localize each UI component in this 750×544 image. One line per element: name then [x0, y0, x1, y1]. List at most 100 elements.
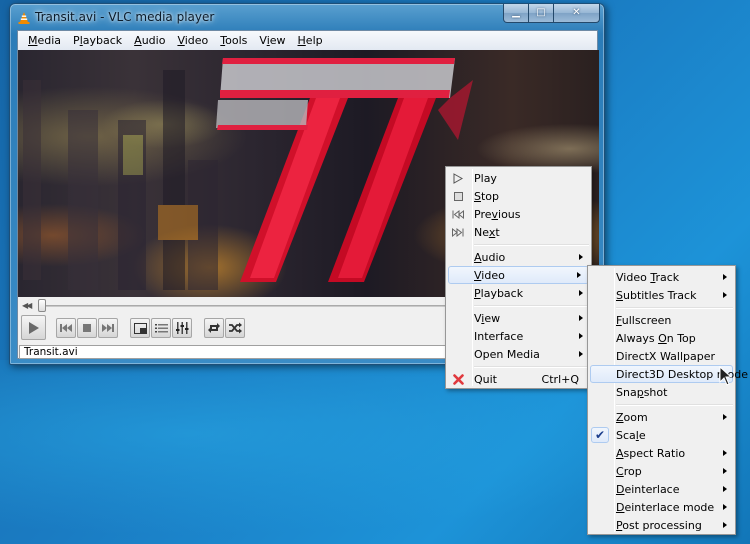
title-bar[interactable]: Transit.avi - VLC media player ▁ □ ✕ [10, 4, 604, 31]
minimize-button[interactable]: ▁ [503, 4, 529, 23]
next-icon [102, 324, 114, 332]
playlist-button[interactable] [151, 318, 171, 338]
mouse-cursor-icon [719, 366, 733, 386]
quit-icon [452, 373, 464, 385]
status-filename: Transit.avi [24, 346, 78, 358]
menu-separator [588, 401, 735, 408]
close-button[interactable]: ✕ [554, 4, 600, 23]
menu-item-zoom[interactable]: Zoom [588, 408, 735, 426]
menu-view[interactable]: View [253, 31, 291, 50]
menu-playback[interactable]: Playback [67, 31, 128, 50]
menu-item-stop[interactable]: Stop [446, 187, 591, 205]
menu-item-view[interactable]: View [446, 309, 591, 327]
submenu-arrow-icon [723, 468, 727, 474]
menu-separator [446, 302, 591, 309]
submenu-arrow-icon [577, 272, 581, 278]
fullscreen-icon [133, 322, 147, 334]
random-button[interactable] [225, 318, 245, 338]
shuffle-icon [229, 322, 242, 334]
menu-item-label: Post processing [616, 518, 702, 532]
menu-item-next[interactable]: Next [446, 223, 591, 241]
menu-video[interactable]: Video [171, 31, 214, 50]
submenu-arrow-icon [723, 504, 727, 510]
menu-item-video-track[interactable]: Video Track [588, 268, 735, 286]
menu-item-label: Playback [474, 286, 524, 300]
stop-button[interactable] [77, 318, 97, 338]
submenu-arrow-icon [723, 486, 727, 492]
submenu-arrow-icon [579, 333, 583, 339]
context-menu: Play Stop Previous Next Audio Video Play… [445, 166, 592, 389]
menu-item-always-on-top[interactable]: Always On Top [588, 329, 735, 347]
menu-item-label: Play [474, 171, 497, 185]
menu-audio[interactable]: Audio [128, 31, 171, 50]
menu-item-label: Quit [474, 372, 497, 386]
next-button[interactable] [98, 318, 118, 338]
previous-icon [452, 209, 464, 219]
menu-item-fullscreen[interactable]: Fullscreen [588, 311, 735, 329]
menu-item-directx-wallpaper[interactable]: DirectX Wallpaper [588, 347, 735, 365]
submenu-arrow-icon [579, 254, 583, 260]
equalizer-icon [175, 322, 188, 334]
stop-icon [83, 324, 91, 332]
menu-item-label: Always On Top [616, 331, 696, 345]
menu-item-label: Video Track [616, 270, 680, 284]
menu-item-label: Open Media [474, 347, 540, 361]
menu-item-label: Audio [474, 250, 506, 264]
menu-shortcut: Ctrl+Q [541, 372, 579, 386]
previous-button[interactable] [56, 318, 76, 338]
menu-item-post-processing[interactable]: Post processing [588, 516, 735, 534]
menu-item-subtitles-track[interactable]: Subtitles Track [588, 286, 735, 304]
submenu-arrow-icon [723, 522, 727, 528]
menu-item-deinterlace-mode[interactable]: Deinterlace mode [588, 498, 735, 516]
menu-item-video[interactable]: Video [448, 266, 589, 284]
menu-item-play[interactable]: Play [446, 169, 591, 187]
menu-bar: Media Playback Audio Video Tools View He… [18, 31, 597, 50]
video-submenu: Video Track Subtitles Track Fullscreen A… [587, 265, 748, 535]
seek-handle[interactable] [38, 299, 46, 312]
submenu-arrow-icon [579, 351, 583, 357]
fullscreen-button[interactable] [130, 318, 150, 338]
menu-item-label: Snapshot [616, 385, 668, 399]
play-button[interactable] [21, 315, 46, 340]
maximize-button[interactable]: □ [529, 4, 554, 23]
menu-item-label: Stop [474, 189, 500, 203]
menu-separator [446, 241, 591, 248]
menu-item-label: Video [474, 268, 505, 282]
vlc-cone-icon [18, 12, 30, 24]
menu-item-label: Subtitles Track [616, 288, 697, 302]
menu-item-aspect-ratio[interactable]: Aspect Ratio [588, 444, 735, 462]
menu-item-direct3d-desktop-mode[interactable]: Direct3D Desktop mode [590, 365, 748, 383]
loop-icon [208, 323, 220, 333]
menu-help[interactable]: Help [292, 31, 329, 50]
menu-item-label: Fullscreen [616, 313, 672, 327]
menu-item-label: Deinterlace [616, 482, 680, 496]
menu-item-label: Next [474, 225, 500, 239]
menu-item-label: Previous [474, 207, 521, 221]
menu-tools[interactable]: Tools [214, 31, 253, 50]
menu-item-label: DirectX Wallpaper [616, 349, 715, 363]
loop-button[interactable] [204, 318, 224, 338]
submenu-arrow-icon [723, 414, 727, 420]
extended-settings-button[interactable] [172, 318, 192, 338]
play-icon [28, 321, 39, 334]
menu-item-deinterlace[interactable]: Deinterlace [588, 480, 735, 498]
menu-separator [446, 363, 591, 370]
submenu-arrow-icon [579, 315, 583, 321]
menu-item-playback[interactable]: Playback [446, 284, 591, 302]
seek-back-icon[interactable]: ◀◀ [22, 301, 32, 310]
menu-item-previous[interactable]: Previous [446, 205, 591, 223]
menu-item-quit[interactable]: Quit Ctrl+Q [446, 370, 591, 388]
menu-item-snapshot[interactable]: Snapshot [588, 383, 735, 401]
close-icon: ✕ [572, 7, 581, 18]
window-title: Transit.avi - VLC media player [35, 10, 215, 24]
menu-item-open-media[interactable]: Open Media [446, 345, 591, 363]
menu-item-scale[interactable]: ✔ Scale [588, 426, 735, 444]
maximize-icon: □ [536, 7, 546, 18]
menu-item-interface[interactable]: Interface [446, 327, 591, 345]
previous-icon [60, 324, 72, 332]
submenu-arrow-icon [723, 274, 727, 280]
menu-media[interactable]: Media [22, 31, 67, 50]
menu-item-audio[interactable]: Audio [446, 248, 591, 266]
menu-item-label: Interface [474, 329, 524, 343]
menu-item-crop[interactable]: Crop [588, 462, 735, 480]
